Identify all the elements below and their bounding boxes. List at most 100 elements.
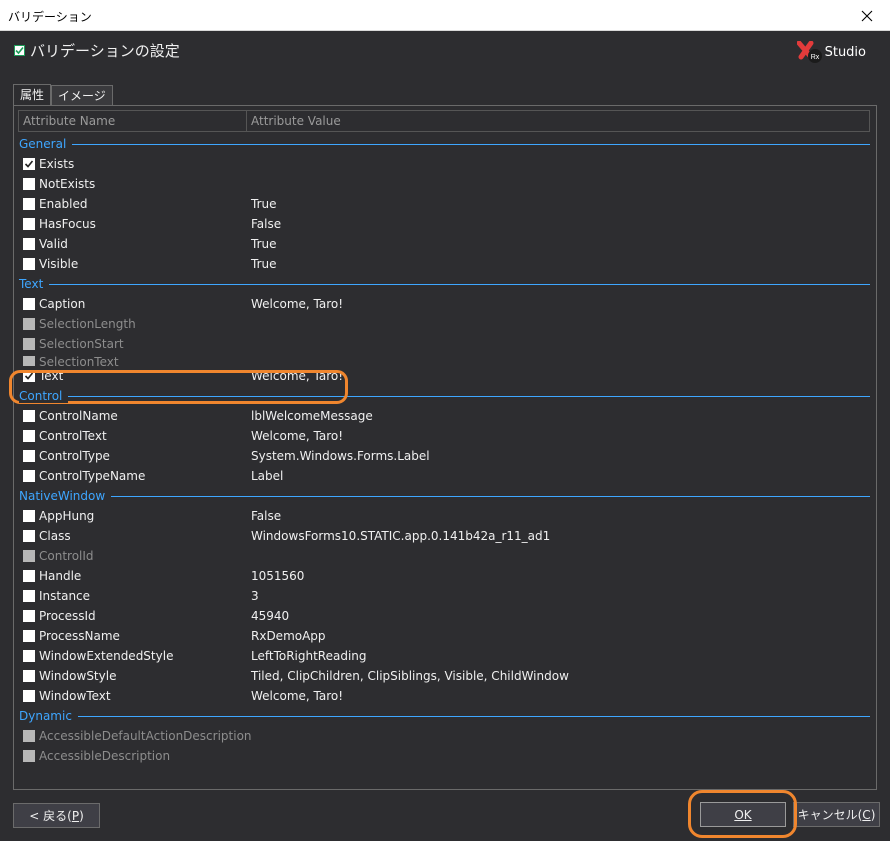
- attribute-row[interactable]: AppHung False: [14, 506, 876, 526]
- attribute-row[interactable]: Text Welcome, Taro!: [14, 366, 876, 386]
- attribute-row[interactable]: Visible True: [14, 254, 876, 274]
- attribute-checkbox[interactable]: [23, 238, 35, 250]
- attribute-checkbox[interactable]: [23, 198, 35, 210]
- attribute-checkbox[interactable]: [23, 298, 35, 310]
- attribute-name: Handle: [39, 569, 82, 583]
- attribute-checkbox[interactable]: [23, 670, 35, 682]
- group-divider: [19, 716, 870, 717]
- attribute-row[interactable]: Class WindowsForms10.STATIC.app.0.141b42a…: [14, 526, 876, 546]
- attribute-name: SelectionLength: [39, 317, 136, 331]
- attribute-name: WindowStyle: [39, 669, 117, 683]
- scrollbar[interactable]: [880, 105, 888, 790]
- dialog-header: バリデーションの設定 Rx Studio: [0, 31, 890, 75]
- group-header: NativeWindow: [14, 486, 876, 506]
- attribute-checkbox[interactable]: [23, 690, 35, 702]
- attribute-value: Welcome, Taro!: [251, 689, 344, 703]
- attribute-checkbox[interactable]: [23, 430, 35, 442]
- attribute-checkbox[interactable]: [23, 370, 35, 382]
- attribute-checkbox[interactable]: [23, 158, 35, 170]
- attribute-name: Class: [39, 529, 71, 543]
- attribute-list: General Exists NotExists Enabled True HasFocu…: [14, 134, 876, 766]
- attribute-row[interactable]: Valid True: [14, 234, 876, 254]
- validation-check-icon: [14, 45, 25, 56]
- group-label: NativeWindow: [19, 489, 112, 503]
- back-button[interactable]: < 戻る(P): [13, 803, 100, 828]
- attribute-row[interactable]: WindowExtendedStyle LeftToRightReading: [14, 646, 876, 666]
- column-header-attribute-value[interactable]: Attribute Value: [247, 111, 341, 131]
- attribute-checkbox[interactable]: [23, 630, 35, 642]
- rx-studio-logo: Rx Studio: [796, 41, 866, 63]
- attribute-row[interactable]: AccessibleDefaultActionDescription: [14, 726, 876, 746]
- attribute-row[interactable]: Exists: [14, 154, 876, 174]
- attribute-row[interactable]: AccessibleDescription: [14, 746, 876, 766]
- attribute-value: 3: [251, 589, 259, 603]
- cancel-button[interactable]: キャンセル(C): [793, 802, 880, 827]
- attribute-row[interactable]: ControlType System.Windows.Forms.Label: [14, 446, 876, 466]
- attribute-checkbox[interactable]: [23, 610, 35, 622]
- close-button[interactable]: [844, 0, 890, 31]
- attribute-value: LeftToRightReading: [251, 649, 367, 663]
- checkmark-icon: [24, 160, 34, 168]
- attribute-row[interactable]: SelectionText: [14, 354, 876, 366]
- attribute-row[interactable]: SelectionLength: [14, 314, 876, 334]
- group-header: Text: [14, 274, 876, 294]
- attribute-name: NotExists: [39, 177, 96, 191]
- group-divider: [19, 144, 870, 145]
- attribute-checkbox[interactable]: [23, 470, 35, 482]
- tab-strip: 属性 イメージ: [13, 84, 113, 106]
- tab-image[interactable]: イメージ: [51, 85, 113, 106]
- attribute-name: ControlType: [39, 449, 110, 463]
- attribute-row[interactable]: Caption Welcome, Taro!: [14, 294, 876, 314]
- attribute-row[interactable]: ControlText Welcome, Taro!: [14, 426, 876, 446]
- attribute-name: ControlTypeName: [39, 469, 146, 483]
- attribute-row[interactable]: SelectionStart: [14, 334, 876, 354]
- attribute-row[interactable]: Enabled True: [14, 194, 876, 214]
- attribute-checkbox[interactable]: [23, 410, 35, 422]
- group-header: Dynamic: [14, 706, 876, 726]
- attribute-checkbox[interactable]: [23, 510, 35, 522]
- attribute-value: True: [251, 237, 277, 251]
- attribute-checkbox: [23, 356, 35, 366]
- attribute-checkbox: [23, 550, 35, 562]
- attribute-row[interactable]: WindowStyle Tiled, ClipChildren, ClipSibl…: [14, 666, 876, 686]
- attribute-checkbox[interactable]: [23, 258, 35, 270]
- group-header: Control: [14, 386, 876, 406]
- column-header-attribute-name[interactable]: Attribute Name: [19, 111, 247, 131]
- attribute-row[interactable]: NotExists: [14, 174, 876, 194]
- attribute-row[interactable]: ControlName lblWelcomeMessage: [14, 406, 876, 426]
- tab-attributes[interactable]: 属性: [13, 84, 52, 106]
- attribute-checkbox: [23, 750, 35, 762]
- attribute-value: False: [251, 217, 282, 231]
- attribute-row[interactable]: Handle 1051560: [14, 566, 876, 586]
- attribute-row[interactable]: Instance 3: [14, 586, 876, 606]
- attribute-name: Text: [39, 369, 64, 383]
- logo-text: Studio: [824, 44, 866, 60]
- attribute-name: SelectionStart: [39, 337, 124, 351]
- group-divider: [19, 284, 870, 285]
- attribute-checkbox: [23, 730, 35, 742]
- attribute-checkbox[interactable]: [23, 178, 35, 190]
- attribute-value: WindowsForms10.STATIC.app.0.141b42a_r11_…: [251, 529, 551, 543]
- attribute-row[interactable]: ControlTypeName Label: [14, 466, 876, 486]
- group-label: Text: [19, 277, 50, 291]
- attribute-name: ControlText: [39, 429, 107, 443]
- attribute-row[interactable]: HasFocus False: [14, 214, 876, 234]
- attribute-row[interactable]: ProcessId 45940: [14, 606, 876, 626]
- attribute-checkbox[interactable]: [23, 650, 35, 662]
- attribute-checkbox[interactable]: [23, 530, 35, 542]
- attribute-checkbox[interactable]: [23, 218, 35, 230]
- attribute-row[interactable]: ControlId: [14, 546, 876, 566]
- attribute-row[interactable]: ProcessName RxDemoApp: [14, 626, 876, 646]
- attribute-checkbox[interactable]: [23, 570, 35, 582]
- logo-mark-text: Rx: [810, 54, 819, 61]
- attribute-checkbox[interactable]: [23, 590, 35, 602]
- attribute-name: Valid: [39, 237, 68, 251]
- attribute-checkbox[interactable]: [23, 450, 35, 462]
- attribute-name: AccessibleDescription: [39, 749, 171, 763]
- attribute-value: True: [251, 197, 277, 211]
- attribute-name: ControlId: [39, 549, 94, 563]
- page-title: バリデーションの設定: [14, 40, 180, 61]
- window-title: バリデーション: [8, 10, 92, 24]
- attribute-row[interactable]: WindowText Welcome, Taro!: [14, 686, 876, 706]
- ok-button[interactable]: OK: [700, 802, 786, 827]
